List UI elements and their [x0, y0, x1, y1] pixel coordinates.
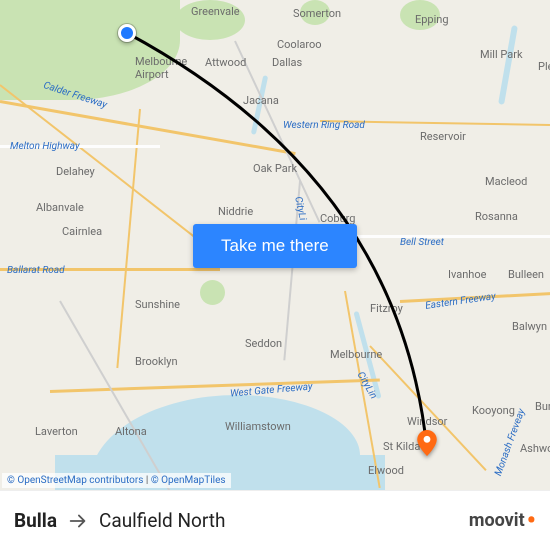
tiles-link[interactable]: © OpenMapTiles: [151, 475, 226, 486]
moovit-logo[interactable]: moovit•: [469, 510, 536, 531]
map-attribution: © OpenStreetMap contributors | © OpenMap…: [2, 473, 231, 488]
take-me-there-button[interactable]: Take me there: [193, 224, 357, 268]
route-from: Bulla: [14, 509, 57, 532]
route-to: Caulfield North: [99, 509, 225, 532]
origin-pin[interactable]: [118, 24, 136, 42]
route-footer: Bulla Caulfield North moovit•: [0, 490, 550, 550]
destination-pin[interactable]: [414, 430, 440, 456]
map-canvas[interactable]: Greenvale Somerton Epping Coolaroo Mill …: [0, 0, 550, 490]
arrow-right-icon: [67, 510, 89, 532]
osm-link[interactable]: © OpenStreetMap contributors: [7, 475, 143, 486]
